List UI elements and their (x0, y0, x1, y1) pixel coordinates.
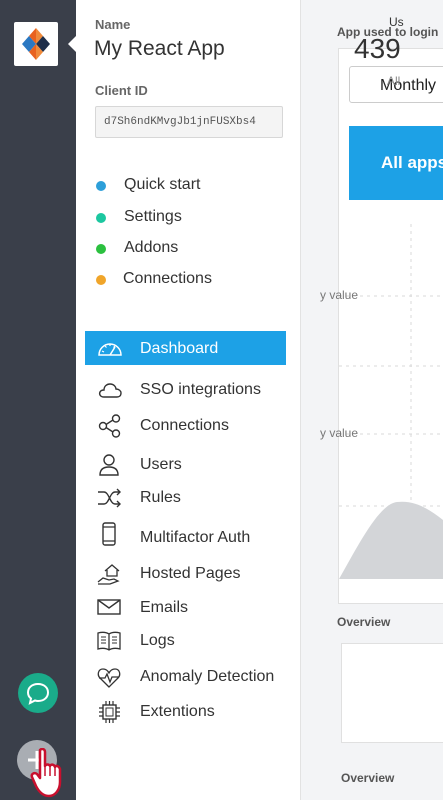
nav-label: Rules (140, 489, 181, 506)
quick-link-label: Settings (124, 208, 182, 225)
status-dot (96, 275, 106, 285)
y-axis-label: y value (320, 426, 359, 440)
status-dot (96, 244, 106, 254)
logo-icon (22, 28, 50, 60)
book-icon (97, 631, 121, 651)
nav-item-dashboard[interactable]: Dashboard (85, 331, 286, 365)
nav-label: Emails (140, 599, 189, 616)
nav-item-multifactor-auth[interactable]: Multifactor Auth (85, 520, 286, 554)
chart-card: Monthly All apps (338, 48, 443, 604)
nav-item-users[interactable]: Users (85, 447, 286, 481)
stat-card (341, 643, 443, 743)
nav-item-extentions[interactable]: Extentions (85, 694, 286, 728)
chat-button[interactable] (18, 673, 58, 713)
left-rail (0, 0, 76, 800)
nav-label: Multifactor Auth (140, 529, 251, 546)
status-dot (96, 181, 106, 191)
app-logo[interactable] (14, 22, 58, 66)
area-series (339, 501, 443, 579)
nav-item-logs[interactable]: Logs (85, 623, 286, 657)
chip-icon (99, 701, 120, 723)
quick-link-label: Quick start (124, 176, 201, 193)
client-id-label: Client ID (95, 83, 148, 98)
nav-item-sso-integrations[interactable]: SSO integrations (85, 372, 286, 406)
client-id-field[interactable]: d7Sh6ndKMvgJb1jnFUSXbs4 (95, 106, 283, 138)
y-axis-label: y value (320, 288, 359, 302)
speedometer-icon (98, 343, 122, 356)
nav-label: Connections (140, 417, 229, 434)
heart-pulse-icon (97, 668, 121, 688)
nav-item-emails[interactable]: Emails (85, 590, 286, 624)
stat-sublabel: All (387, 74, 401, 88)
nav-label: Dashboard (140, 340, 219, 357)
nav-item-anomaly-detection[interactable]: Anomaly Detection (85, 659, 286, 693)
nav-label: Anomaly Detection (140, 668, 275, 685)
phone-icon (102, 522, 116, 546)
nav-item-hosted-pages[interactable]: Hosted Pages (85, 556, 286, 590)
nav-label: Users (140, 456, 182, 473)
house-hand-icon (97, 564, 120, 585)
nav-label: Hosted Pages (140, 565, 241, 582)
user-icon (99, 454, 119, 476)
active-app-indicator (68, 36, 76, 52)
login-chart (339, 224, 443, 579)
overview-heading: Overview (341, 771, 395, 785)
app-name: My React App (94, 37, 225, 60)
nav-item-rules[interactable]: Rules (85, 480, 286, 514)
status-dot (96, 213, 106, 223)
stat-label: Us (389, 15, 404, 29)
nav-label: Extentions (140, 703, 215, 720)
cloud-icon (98, 383, 122, 398)
all-apps-button[interactable]: All apps (349, 126, 443, 200)
quick-link-label: Connections (123, 270, 212, 287)
nav-item-connections[interactable]: Connections (85, 408, 286, 442)
nav-label: SSO integrations (140, 381, 261, 398)
nav-label: Logs (140, 632, 175, 649)
envelope-icon (97, 599, 121, 615)
dashboard-main: App used to login Monthly All apps y val… (301, 0, 443, 800)
app-sidebar: Name My React App Client ID d7Sh6ndKMvgJ… (76, 0, 301, 800)
overview-heading: Overview (337, 615, 391, 629)
stat-value: 439 (354, 33, 401, 64)
share-icon (98, 414, 121, 438)
quick-link-label: Addons (124, 239, 179, 256)
shuffle-icon (98, 488, 121, 508)
name-label: Name (95, 17, 131, 32)
pointer-hand-icon (30, 748, 62, 798)
chat-bubble-icon (26, 682, 50, 705)
